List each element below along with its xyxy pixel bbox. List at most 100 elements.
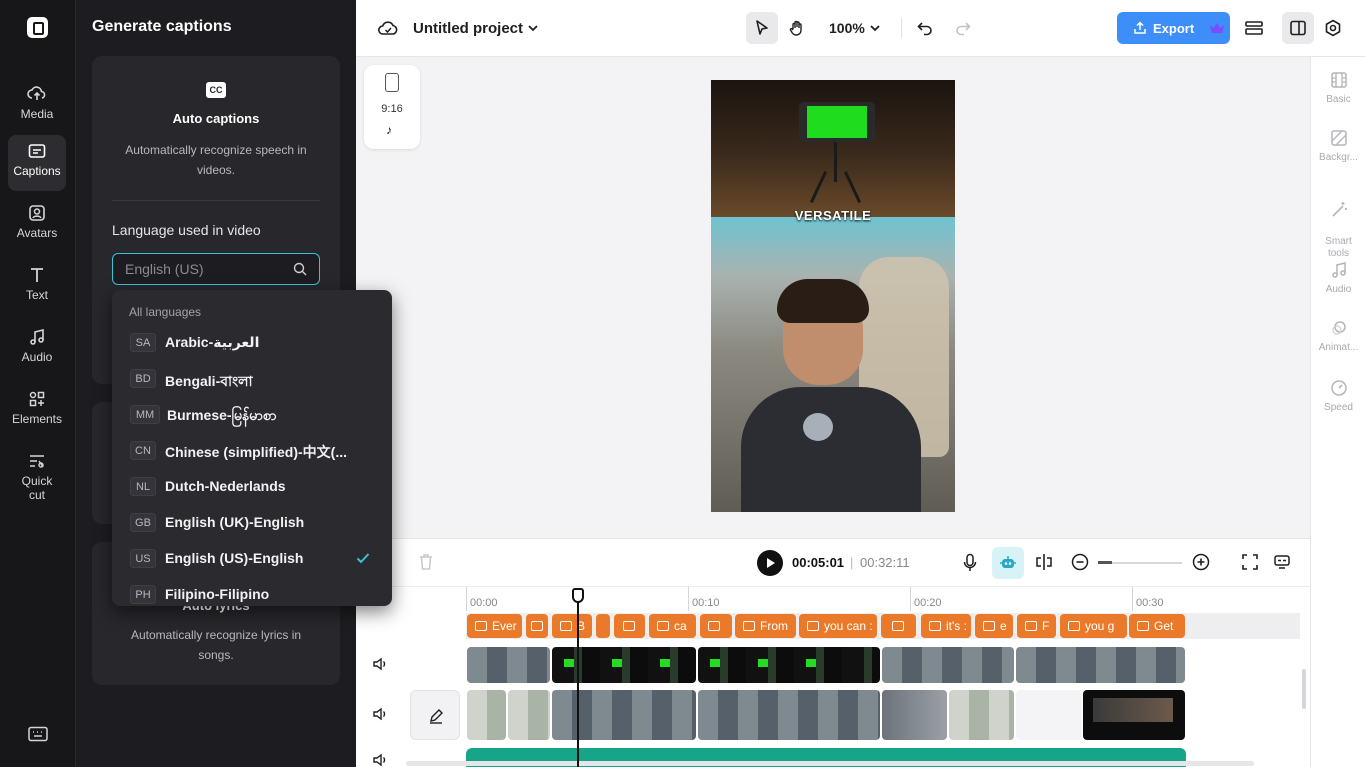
layers-icon[interactable] (1244, 19, 1264, 37)
caption-clip-icon (1025, 621, 1037, 631)
prop-speed[interactable]: Speed (1311, 379, 1365, 414)
chevron-down-icon[interactable] (527, 22, 539, 34)
cloud-icon[interactable] (378, 19, 398, 37)
layout-toggle-button[interactable] (1282, 12, 1314, 44)
rail-item-elements[interactable]: Elements (8, 383, 66, 439)
cover-edit-button[interactable] (410, 690, 460, 740)
language-name: Arabic-العربية (165, 334, 260, 350)
prop-basic[interactable]: Basic (1311, 71, 1365, 106)
horizontal-scrollbar[interactable] (406, 761, 1254, 766)
caption-clip[interactable]: it's : (921, 614, 971, 638)
phone-icon (385, 73, 399, 92)
green-screen (807, 106, 867, 138)
caption-clip[interactable]: From (735, 614, 796, 638)
caption-clip-text: From (760, 619, 788, 633)
settings-gear-icon[interactable] (1324, 19, 1342, 37)
subtitle-toggle-icon[interactable] (1273, 553, 1291, 571)
aspect-ratio-selector[interactable]: 9:16 ♪ (364, 65, 420, 149)
caption-clip[interactable] (614, 614, 645, 638)
video-clip[interactable] (698, 690, 880, 740)
caption-clip[interactable]: F (1017, 614, 1056, 638)
redo-icon[interactable] (954, 19, 972, 37)
rail-item-media[interactable]: Media (8, 78, 66, 134)
language-option-dutch[interactable]: NL Dutch-Nederlands (112, 469, 392, 505)
zoom-level[interactable]: 100% (829, 20, 865, 36)
project-title[interactable]: Untitled project (413, 20, 523, 37)
rail-item-quick-cut[interactable]: Quick cut (8, 445, 66, 511)
language-option-english-us[interactable]: US English (US)-English (112, 541, 392, 577)
zoom-out-icon[interactable] (1071, 553, 1089, 571)
language-option-burmese[interactable]: MM Burmese-မြန်မာစာ (112, 397, 392, 433)
caption-clip-icon (807, 621, 819, 631)
video-clip[interactable] (508, 690, 550, 740)
video-clip[interactable] (949, 690, 1014, 740)
video-frame-top (711, 80, 955, 217)
language-option-bengali[interactable]: BD Bengali-বাংলা (112, 361, 392, 397)
language-search-input[interactable]: English (US) (112, 253, 320, 285)
caption-clip[interactable]: you can : (799, 614, 877, 638)
prop-animation[interactable]: Animat... (1311, 319, 1365, 354)
trash-icon[interactable] (418, 553, 434, 571)
language-option-arabic[interactable]: SA Arabic-العربية (112, 325, 392, 361)
video-caption-text[interactable]: VERSATILE (711, 208, 955, 223)
caption-clip[interactable]: B (552, 614, 592, 638)
timeline-ruler[interactable]: 00:00 00:10 00:20 00:30 (466, 587, 1310, 611)
caption-clip[interactable]: Ever (467, 614, 522, 638)
rail-item-audio[interactable]: Audio (8, 321, 66, 377)
video-clip[interactable] (882, 647, 1014, 683)
select-tool-button[interactable] (746, 12, 778, 44)
video-clip[interactable] (552, 690, 696, 740)
rail-item-captions[interactable]: Captions (8, 135, 66, 191)
caption-clip[interactable] (881, 614, 916, 638)
caption-clip[interactable] (700, 614, 732, 638)
language-dropdown[interactable]: All languages SA Arabic-العربية BD Bengali… (112, 290, 392, 606)
caption-clip[interactable] (596, 614, 610, 638)
volume-icon[interactable] (372, 707, 388, 721)
ruler-tick (466, 587, 467, 611)
language-option-chinese[interactable]: CN Chinese (simplified)-中文(... (112, 433, 392, 469)
caption-clip[interactable]: e (975, 614, 1013, 638)
fullscreen-icon[interactable] (1241, 553, 1259, 571)
undo-icon[interactable] (916, 19, 934, 37)
video-clip[interactable] (698, 647, 880, 683)
keyboard-icon[interactable] (28, 726, 48, 742)
ruler-tick (688, 587, 689, 611)
caption-clip[interactable] (526, 614, 548, 638)
prop-audio[interactable]: Audio (1311, 261, 1365, 296)
prop-background[interactable]: Backgr... (1311, 129, 1365, 164)
caption-clip[interactable]: ca (649, 614, 696, 638)
playhead-handle[interactable] (572, 588, 584, 603)
play-button[interactable] (757, 550, 783, 576)
caption-clip[interactable]: you g (1060, 614, 1127, 638)
auto-sync-button[interactable] (992, 547, 1024, 579)
video-clip[interactable] (467, 647, 550, 683)
language-option-english-uk[interactable]: GB English (UK)-English (112, 505, 392, 541)
rail-item-avatars[interactable]: Avatars (8, 197, 66, 253)
caption-clip[interactable]: Get (1129, 614, 1185, 638)
zoom-in-icon[interactable] (1192, 553, 1210, 571)
video-clip[interactable] (882, 690, 947, 740)
app-logo-icon[interactable] (27, 17, 48, 38)
export-button[interactable]: Export (1117, 12, 1230, 44)
robot-icon (1000, 556, 1016, 568)
volume-icon[interactable] (372, 657, 388, 671)
chevron-down-icon[interactable] (870, 23, 880, 33)
volume-icon[interactable] (372, 753, 388, 767)
vertical-scrollbar[interactable] (1302, 669, 1306, 709)
video-preview[interactable]: VERSATILE (711, 80, 955, 512)
prop-smart-tools[interactable]: Smart tools (1311, 189, 1365, 260)
video-clip[interactable] (1083, 690, 1185, 740)
language-option-filipino[interactable]: PH Filipino-Filipino (112, 577, 392, 606)
video-clip[interactable] (1016, 647, 1185, 683)
hand-tool-button[interactable] (781, 12, 813, 44)
split-icon[interactable] (1035, 553, 1053, 571)
video-clip[interactable] (467, 690, 506, 740)
panel-title: Generate captions (92, 18, 232, 35)
top-bar: Untitled project 100% Export (356, 0, 1365, 57)
playhead[interactable] (577, 589, 579, 767)
prop-label: Smart tools (1325, 236, 1352, 259)
microphone-icon[interactable] (962, 553, 978, 573)
video-clip[interactable] (1016, 690, 1081, 740)
video-clip[interactable] (552, 647, 696, 683)
rail-item-text[interactable]: Text (8, 259, 66, 315)
